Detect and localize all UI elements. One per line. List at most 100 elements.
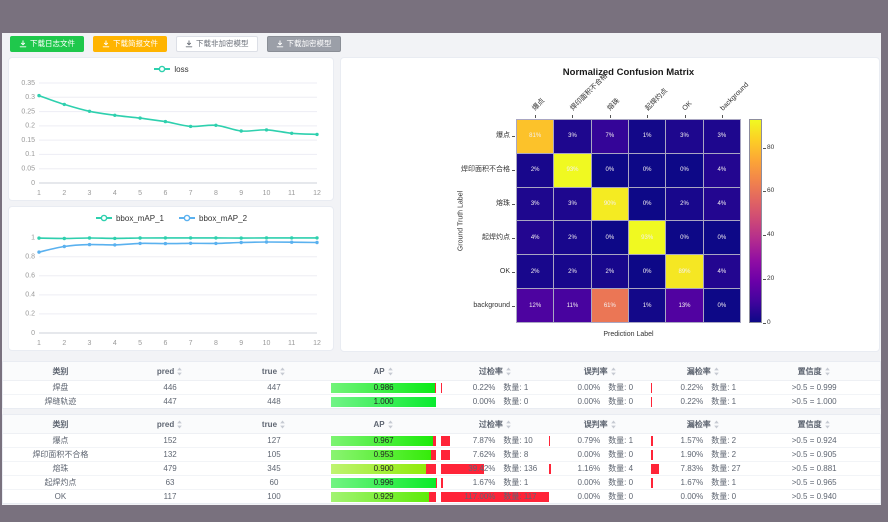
column-header-ap[interactable]: AP — [326, 420, 442, 429]
rate-percent: 0.00% — [441, 397, 495, 406]
matrix-cell: 0% — [592, 154, 628, 187]
cell-misjudge-rate: 1.16%数量: 4 — [549, 462, 651, 475]
column-header-label: true — [262, 420, 277, 429]
matrix-cell: 4% — [704, 154, 740, 187]
rate-cell: 7.62%数量: 8 — [441, 448, 549, 461]
rate-count: 数量: 2 — [703, 449, 755, 460]
svg-text:9: 9 — [239, 190, 243, 197]
legend-label: bbox_mAP_1 — [116, 214, 164, 223]
svg-text:0.3: 0.3 — [25, 94, 35, 101]
cell-class: 爆点 — [3, 434, 118, 447]
column-header-confidence[interactable]: 置信度 — [755, 366, 873, 377]
column-header-pred[interactable]: pred — [118, 420, 222, 429]
matrix-cell: 81% — [517, 120, 553, 153]
rate-cell: 0.22%数量: 1 — [441, 381, 549, 394]
matrix-row-label: 爆点 — [341, 119, 514, 153]
svg-text:0.1: 0.1 — [25, 151, 35, 158]
matrix-cell: 89% — [666, 255, 702, 288]
matrix-column-label: background — [719, 81, 751, 113]
ap-bar-cell: 1.000 — [331, 397, 437, 407]
cell-confidence: >0.5 = 0.905 — [755, 448, 873, 461]
download-button-4[interactable]: 下载加密模型 — [267, 36, 341, 52]
rate-count: 数量: 1 — [703, 382, 755, 393]
matrix-cell: 2% — [666, 188, 702, 221]
matrix-cell: 11% — [554, 289, 590, 322]
rate-count: 数量: 2 — [703, 435, 755, 446]
svg-text:7: 7 — [189, 340, 193, 347]
matrix-axis-tick — [685, 115, 686, 118]
matrix-cell: 3% — [554, 120, 590, 153]
column-header-miss-rate[interactable]: 漏检率 — [651, 366, 755, 377]
rate-percent: 0.22% — [441, 383, 495, 392]
page-content: 下载日志文件下载简报文件下载非加密模型下载加密模型 loss00.050.10.… — [2, 33, 881, 505]
matrix-cell: 0% — [629, 188, 665, 221]
matrix-cell: 1% — [629, 289, 665, 322]
matrix-row-label: 焊印面积不合格 — [341, 153, 514, 187]
rate-cell: 0.00%数量: 0 — [549, 448, 651, 461]
matrix-axis-tick — [535, 115, 536, 118]
button-label: 下载简报文件 — [113, 40, 158, 48]
rate-percent: 39.42% — [441, 464, 495, 473]
matrix-row-label: background — [341, 289, 514, 323]
matrix-axis-tick — [722, 115, 723, 118]
column-header-confidence[interactable]: 置信度 — [755, 419, 873, 430]
matrix-cell: 0% — [629, 154, 665, 187]
download-button-3[interactable]: 下载非加密模型 — [176, 36, 258, 52]
column-header-over-rate[interactable]: 过检率 — [441, 419, 549, 430]
rate-count: 数量: 1 — [703, 477, 755, 488]
legend-marker — [178, 214, 196, 222]
matrix-cell: 0% — [592, 221, 628, 254]
rate-percent: 0.00% — [549, 492, 600, 501]
rate-count: 数量: 0 — [600, 382, 651, 393]
matrix-axis-tick — [572, 115, 573, 118]
matrix-x-axis-label: Prediction Label — [516, 331, 741, 338]
svg-text:3: 3 — [88, 340, 92, 347]
rate-cell: 1.90%数量: 2 — [651, 448, 755, 461]
rate-cell: 0.22%数量: 1 — [651, 381, 755, 394]
colorbar-tick-label: 80 — [767, 144, 774, 151]
cell-pred: 447 — [118, 395, 222, 408]
loss-chart-card: loss00.050.10.150.20.250.30.351234567891… — [8, 57, 334, 201]
legend-item-bbox_mAP_2[interactable]: bbox_mAP_2 — [178, 214, 247, 223]
sort-icon — [279, 420, 286, 429]
sort-icon — [279, 367, 286, 376]
download-button-2[interactable]: 下载简报文件 — [93, 36, 167, 52]
column-header-misjudge-rate[interactable]: 误判率 — [549, 366, 651, 377]
rate-cell: 117.00%数量: 117 — [441, 490, 549, 503]
bbox-map-chart-card: bbox_mAP_1bbox_mAP_200.20.40.60.81123456… — [8, 206, 334, 351]
cell-misjudge-rate: 0.00%数量: 0 — [549, 395, 651, 408]
matrix-cell: 0% — [666, 154, 702, 187]
column-header-true[interactable]: true — [222, 420, 325, 429]
column-header-pred[interactable]: pred — [118, 367, 222, 376]
matrix-cell: 4% — [517, 221, 553, 254]
cell-over-rate: 39.42%数量: 136 — [441, 462, 549, 475]
results-table-2: 类别 pred true AP过检率误判率漏检率置信度爆点1521270.9677.8… — [2, 414, 881, 504]
svg-text:0.8: 0.8 — [25, 254, 35, 261]
column-header-label: 类别 — [52, 419, 68, 430]
legend-item-bbox_mAP_1[interactable]: bbox_mAP_1 — [95, 214, 164, 223]
rate-cell: 1.67%数量: 1 — [441, 476, 549, 489]
cell-ap: 0.996 — [326, 476, 442, 489]
column-header-miss-rate[interactable]: 漏检率 — [651, 419, 755, 430]
svg-text:0.15: 0.15 — [21, 137, 35, 144]
column-header-ap[interactable]: AP — [326, 367, 442, 376]
matrix-row-label: OK — [341, 255, 514, 289]
legend-marker — [95, 214, 113, 222]
legend-label: loss — [174, 65, 188, 74]
download-button-1[interactable]: 下载日志文件 — [10, 36, 84, 52]
table-row: 爆点1521270.9677.87%数量: 100.79%数量: 11.57%数… — [3, 434, 880, 448]
svg-text:0.35: 0.35 — [21, 80, 35, 87]
cell-misjudge-rate: 0.79%数量: 1 — [549, 434, 651, 447]
column-header-over-rate[interactable]: 过检率 — [441, 366, 549, 377]
column-header-label: pred — [157, 420, 174, 429]
chart-legend: loss — [9, 58, 333, 77]
rate-cell: 0.00%数量: 0 — [549, 395, 651, 408]
button-label: 下载日志文件 — [30, 40, 75, 48]
column-header-misjudge-rate[interactable]: 误判率 — [549, 419, 651, 430]
column-header-true[interactable]: true — [222, 367, 325, 376]
svg-text:0: 0 — [31, 330, 35, 337]
colorbar-tick-label: 20 — [767, 275, 774, 282]
rate-count: 数量: 8 — [495, 449, 549, 460]
legend-item-loss[interactable]: loss — [153, 65, 188, 74]
cell-misjudge-rate: 0.00%数量: 0 — [549, 381, 651, 394]
